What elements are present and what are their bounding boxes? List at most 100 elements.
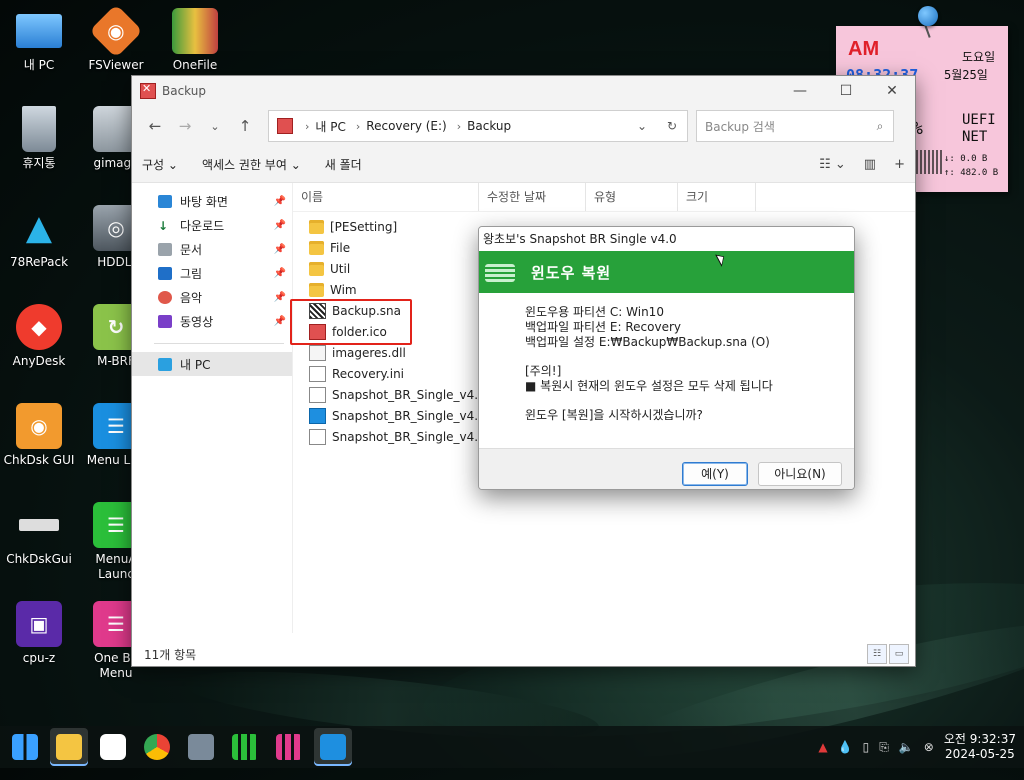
search-input[interactable]: Backup 검색 xyxy=(697,118,867,135)
warning-text: ■ 복원시 현재의 윈도우 설정은 모두 삭제 됩니다 xyxy=(525,379,773,393)
grid-icon xyxy=(276,734,302,760)
pictures-icon xyxy=(158,266,172,280)
download-icon: ↓ xyxy=(158,218,169,233)
recycle-bin-icon xyxy=(22,106,56,152)
window-titlebar[interactable]: Backup — ☐ ✕ xyxy=(132,76,915,106)
recent-locations-chevron-icon[interactable]: ⌄ xyxy=(200,120,230,133)
eye-icon: ◉ xyxy=(89,4,143,58)
navigation-bar: ← → ⌄ ↑ › 내 PC › Recovery (E:) › Backup … xyxy=(132,106,915,146)
back-arrow-icon[interactable]: ← xyxy=(140,117,170,135)
taskbar-menu-launcher-b[interactable] xyxy=(270,728,308,766)
desktop-icon-onefile[interactable]: OneFile xyxy=(157,8,233,73)
sticky-day: 도요일 xyxy=(962,50,996,64)
sidebar-item-label: 바탕 화면 xyxy=(180,194,228,209)
navigation-pane: 바탕 화면 📌 ↓ 다운로드 📌 문서 📌 그림 📌 음악 📌 동영상 📌 내 PC xyxy=(132,183,293,633)
monitor-icon xyxy=(16,14,62,48)
backup-partition-line: 백업파일 파티션 E: Recovery xyxy=(525,320,681,334)
clock[interactable]: 오전 9:32:37 2024-05-25 xyxy=(944,732,1016,762)
breadcrumb-separator-icon: › xyxy=(305,119,310,133)
desktop-icon-recycle-bin[interactable]: 휴지통 xyxy=(1,106,77,171)
view-options-icon[interactable]: ☷ ⌄ xyxy=(819,157,846,172)
view-toggle: ☷ ▭ xyxy=(867,644,909,664)
taskbar-snapshot-app[interactable] xyxy=(314,728,352,766)
sidebar-item-label: 다운로드 xyxy=(180,218,225,233)
sidebar-item-label: 그림 xyxy=(180,266,203,281)
taskbar-app-launcher[interactable] xyxy=(94,728,132,766)
desktop-icon-fsviewer[interactable]: ◉ FSViewer xyxy=(78,4,154,73)
taskbar-system-tool[interactable] xyxy=(182,728,220,766)
tray-device-icon[interactable]: ▯ xyxy=(863,740,870,754)
taskbar-chrome[interactable] xyxy=(138,728,176,766)
anydesk-icon: ◆ xyxy=(16,304,62,350)
sidebar-item-label: 음악 xyxy=(180,290,203,305)
no-button[interactable]: 아니요(N) xyxy=(758,462,842,486)
windows-logo-icon xyxy=(12,734,38,760)
maximize-button[interactable]: ☐ xyxy=(823,76,869,106)
music-icon xyxy=(158,290,172,304)
add-icon[interactable]: + xyxy=(894,157,905,172)
organize-menu[interactable]: 구성 ⌄ xyxy=(142,156,178,173)
close-button[interactable]: ✕ xyxy=(869,76,915,106)
folder-icon xyxy=(309,240,324,255)
column-headers: 이름 수정한 날짜 유형 크기 xyxy=(293,183,915,212)
breadcrumb-mypc[interactable]: 내 PC xyxy=(315,118,345,135)
breadcrumb-recovery[interactable]: Recovery (E:) xyxy=(366,119,446,133)
clock-date: 2024-05-25 xyxy=(945,747,1015,761)
windows-app-icon xyxy=(320,734,346,760)
sidebar-item-music[interactable]: 음악 📌 xyxy=(132,285,292,309)
app-icon xyxy=(140,82,156,99)
view-controls: ☷ ⌄ ▥ + xyxy=(819,157,905,172)
pin-icon: 📌 xyxy=(273,219,286,231)
column-name[interactable]: 이름 xyxy=(293,183,479,211)
yes-button[interactable]: 예(Y) xyxy=(682,462,748,486)
large-icons-view-icon[interactable]: ▭ xyxy=(889,644,909,664)
tray-close-icon[interactable]: ⊗ xyxy=(924,740,934,754)
desktop-icon-78repack[interactable]: ▲ 78RePack xyxy=(1,205,77,270)
taskbar-menu-launcher-a[interactable] xyxy=(226,728,264,766)
column-date[interactable]: 수정한 날짜 xyxy=(479,183,586,211)
sidebar-item-documents[interactable]: 문서 📌 xyxy=(132,237,292,261)
sidebar-item-pictures[interactable]: 그림 📌 xyxy=(132,261,292,285)
new-folder-button[interactable]: 새 폴더 xyxy=(325,156,362,173)
refresh-icon[interactable]: ↻ xyxy=(657,119,687,133)
search-box[interactable]: Backup 검색 ⌕ xyxy=(696,110,894,142)
taskbar-file-explorer[interactable] xyxy=(50,728,88,766)
organize-label: 구성 xyxy=(142,157,165,172)
sticky-download: ↓: 0.0 B xyxy=(944,154,988,164)
preview-pane-icon[interactable]: ▥ xyxy=(864,157,876,172)
desktop-icon-cpuz[interactable]: ▣ cpu-z xyxy=(1,601,77,666)
pin-icon: 📌 xyxy=(273,243,286,255)
share-access-menu[interactable]: 액세스 권한 부여 ⌄ xyxy=(202,156,301,173)
file-name: File xyxy=(330,240,351,255)
desktop-icon xyxy=(158,194,172,208)
desktop-icon-anydesk[interactable]: ◆ AnyDesk xyxy=(1,304,77,369)
breadcrumb-separator-icon: › xyxy=(456,119,462,133)
start-button[interactable] xyxy=(6,728,44,766)
search-icon: ⌕ xyxy=(876,118,884,133)
sidebar-item-downloads[interactable]: ↓ 다운로드 📌 xyxy=(132,213,292,237)
column-type[interactable]: 유형 xyxy=(586,183,678,211)
address-dropdown-icon[interactable]: ⌄ xyxy=(627,119,657,133)
desktop-icon-chkdskgui[interactable]: ChkDskGui xyxy=(1,502,77,567)
tray-drop-icon[interactable]: 💧 xyxy=(838,740,853,754)
dialog-heading: 윈도우 복원 xyxy=(531,263,612,282)
network-icon[interactable]: ⎘ xyxy=(879,740,889,755)
column-size[interactable]: 크기 xyxy=(678,183,756,211)
tray-app-icon[interactable]: ▲ xyxy=(818,740,827,754)
details-view-icon[interactable]: ☷ xyxy=(867,644,887,664)
desktop-icon-mypc[interactable]: 내 PC xyxy=(1,8,77,73)
sticky-date: 5월25일 xyxy=(944,68,988,82)
volume-icon[interactable]: 🔈 xyxy=(899,740,914,754)
sidebar-item-desktop[interactable]: 바탕 화면 📌 xyxy=(132,189,292,213)
address-bar[interactable]: › 내 PC › Recovery (E:) › Backup ⌄ ↻ xyxy=(268,110,688,142)
dialog-body: 윈도우용 파티션 C: Win10 백업파일 파티션 E: Recovery 백… xyxy=(479,293,854,448)
sticky-net-label: NET xyxy=(962,129,988,145)
folder-icon xyxy=(56,734,82,760)
sidebar-item-thispc[interactable]: 내 PC xyxy=(132,352,292,376)
breadcrumb-backup[interactable]: Backup xyxy=(467,119,511,133)
up-arrow-icon[interactable]: ↑ xyxy=(230,117,260,135)
forward-arrow-icon[interactable]: → xyxy=(170,117,200,135)
minimize-button[interactable]: — xyxy=(777,76,823,106)
desktop-icon-chkdsk-gui[interactable]: ◉ ChkDsk GUI xyxy=(1,403,77,468)
sidebar-item-videos[interactable]: 동영상 📌 xyxy=(132,309,292,333)
